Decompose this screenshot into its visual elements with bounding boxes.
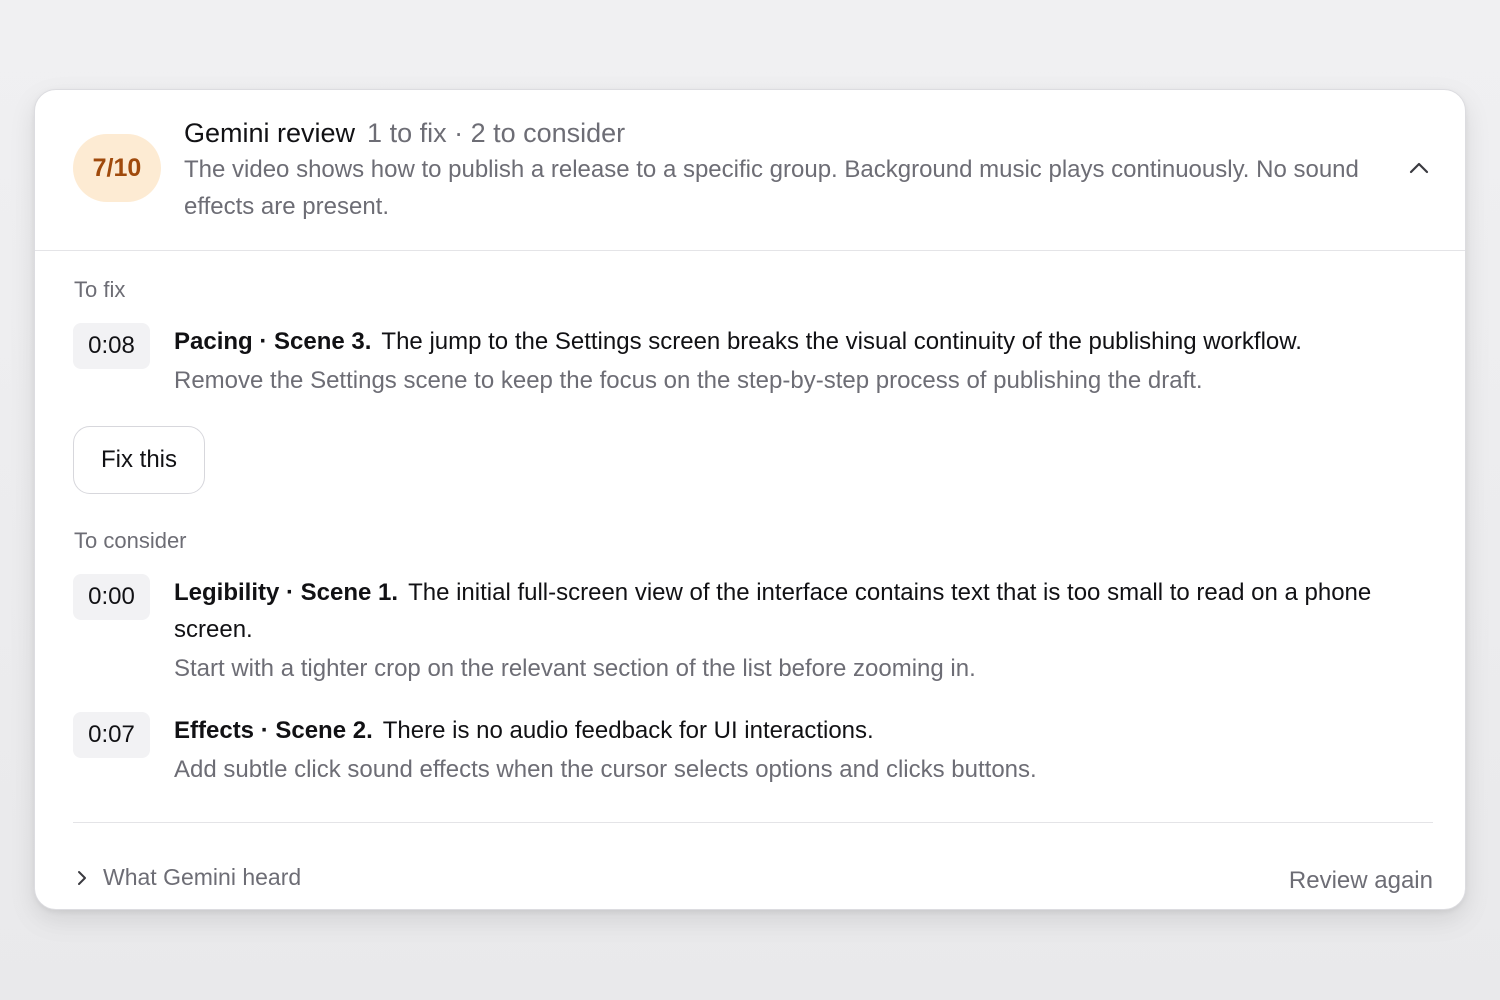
issue-suggestion: Start with a tighter crop on the relevan… [174,655,976,682]
timestamp-chip[interactable]: 0:07 [73,712,150,758]
issue-description: Effects · Scene 2. There is no audio feed… [174,712,1414,749]
review-header: 7/10 Gemini review 1 to fix · 2 to consid… [35,90,1465,251]
issue-body: Effects · Scene 2. There is no audio feed… [174,712,1414,787]
review-summary: The video shows how to publish a release… [184,156,1359,220]
issue-category: Pacing · Scene 3. [174,328,372,355]
what-gemini-heard-label: What Gemini heard [103,864,302,890]
gemini-review-card: 7/10 Gemini review 1 to fix · 2 to consid… [34,89,1466,910]
issue-text: The jump to the Settings screen breaks t… [381,328,1302,355]
issue-suggestion: Remove the Settings scene to keep the fo… [174,367,1203,394]
review-again-button[interactable]: Review again [1289,864,1433,898]
chevron-up-icon [1409,162,1429,174]
collapse-button[interactable] [1405,154,1433,182]
footer-divider [73,822,1433,823]
timestamp-chip[interactable]: 0:08 [73,323,150,369]
to-consider-label: To consider [74,528,187,553]
timestamp-chip[interactable]: 0:00 [73,574,150,620]
issue-text: There is no audio feedback for UI intera… [382,717,874,744]
issue-suggestion: Add subtle click sound effects when the … [174,756,1037,783]
issue-description: Legibility · Scene 1. The initial full-sc… [174,574,1414,648]
fix-this-button[interactable]: Fix this [73,426,205,494]
to-fix-label: To fix [74,277,126,302]
score-badge: 7/10 [73,134,161,202]
issue-body: Legibility · Scene 1. The initial full-sc… [174,574,1414,686]
issue-category: Effects · Scene 2. [174,717,373,744]
review-title-row: Gemini review 1 to fix · 2 to consider [184,115,625,151]
issue-category: Legibility · Scene 1. [174,579,399,606]
review-counts: 1 to fix · 2 to consider [367,118,626,148]
issue-description: Pacing · Scene 3. The jump to the Setting… [174,323,1414,360]
issue-body: Pacing · Scene 3. The jump to the Setting… [174,323,1414,398]
review-title: Gemini review [184,118,356,148]
chevron-right-icon [78,870,86,885]
what-gemini-heard-toggle[interactable]: What Gemini heard [75,864,301,891]
